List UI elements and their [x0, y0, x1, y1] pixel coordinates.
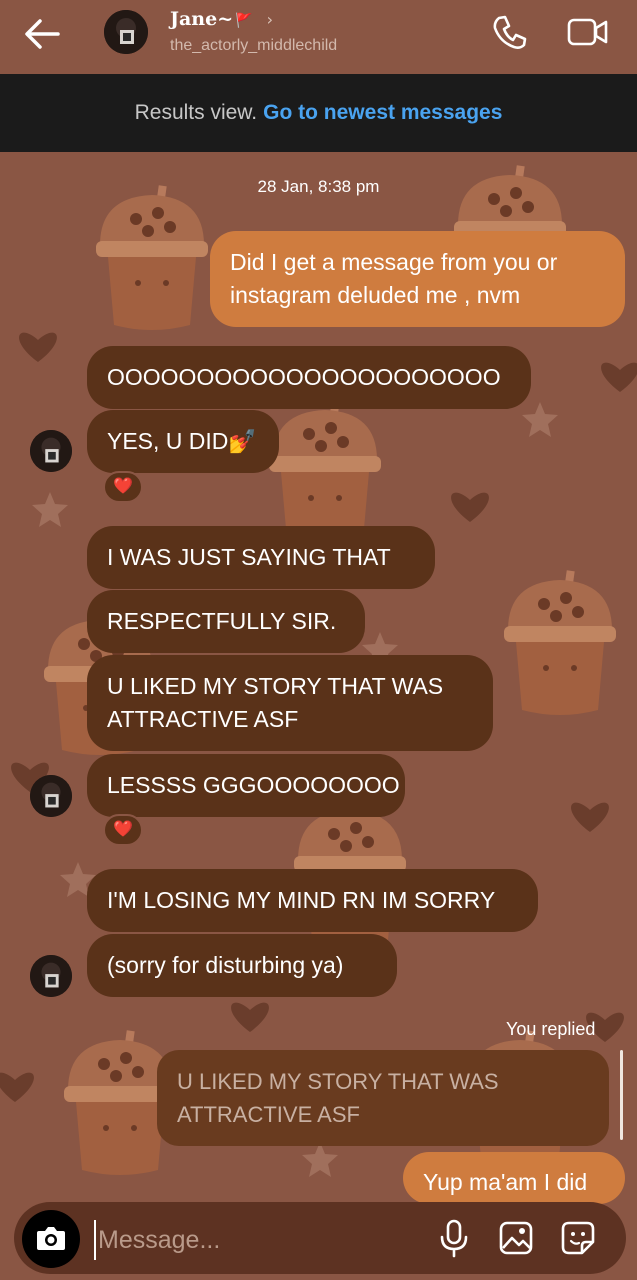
you-replied-label: You replied: [506, 1019, 596, 1039]
chat-header: Jane~ 🚩 › the_actorly_middlechild: [0, 0, 637, 74]
reply-indicator-bar: [620, 1050, 623, 1140]
gallery-button[interactable]: [498, 1220, 534, 1256]
incoming-message[interactable]: (sorry for disturbing ya): [87, 934, 397, 997]
gallery-icon: [499, 1221, 533, 1255]
go-to-newest-link[interactable]: Go to newest messages: [263, 101, 502, 124]
quoted-message[interactable]: U LIKED MY STORY THAT WAS ATTRACTIVE ASF: [157, 1050, 609, 1146]
camera-icon: [37, 1227, 65, 1250]
video-camera-icon: [567, 18, 608, 46]
voice-message-button[interactable]: [438, 1218, 470, 1258]
incoming-message[interactable]: I WAS JUST SAYING THAT: [87, 526, 435, 589]
sender-avatar[interactable]: [30, 955, 72, 997]
incoming-message[interactable]: U LIKED MY STORY THAT WAS ATTRACTIVE ASF: [87, 655, 493, 751]
sender-avatar[interactable]: [30, 430, 72, 472]
sticker-icon: [561, 1221, 595, 1255]
video-call-button[interactable]: [566, 14, 610, 50]
message-timestamp: 28 Jan, 8:38 pm: [257, 177, 380, 196]
results-view-banner: Results view. Go to newest messages: [0, 74, 637, 152]
results-view-label: Results view.: [134, 101, 258, 124]
camera-button[interactable]: [22, 1210, 80, 1268]
message-input[interactable]: [94, 1220, 400, 1260]
incoming-message[interactable]: I'M LOSING MY MIND RN IM SORRY: [87, 869, 538, 932]
phone-icon: [493, 15, 527, 49]
avatar-image: [104, 10, 148, 54]
sender-avatar[interactable]: [30, 775, 72, 817]
audio-call-button[interactable]: [490, 12, 530, 52]
incoming-message[interactable]: OOOOOOOOOOOOOOOOOOOOOO: [87, 346, 531, 409]
back-button[interactable]: [20, 14, 66, 54]
back-arrow-icon: [25, 19, 60, 49]
sticker-button[interactable]: [560, 1220, 596, 1256]
contact-name[interactable]: Jane~ 🚩 ›: [170, 8, 273, 30]
avatar-image: [30, 775, 72, 817]
avatar-image: [30, 955, 72, 997]
flag-emoji: 🚩: [235, 13, 253, 29]
outgoing-message[interactable]: Did I get a message from you or instagra…: [210, 231, 625, 327]
heart-reaction[interactable]: ❤️: [103, 471, 143, 503]
chevron-right-icon: ›: [266, 10, 273, 29]
incoming-message[interactable]: YES, U DID💅: [87, 410, 279, 473]
contact-username: the_actorly_middlechild: [170, 37, 338, 54]
message-composer: [14, 1202, 626, 1274]
heart-reaction[interactable]: ❤️: [103, 814, 143, 846]
microphone-icon: [440, 1219, 468, 1258]
incoming-message[interactable]: RESPECTFULLY SIR.: [87, 590, 365, 653]
incoming-message[interactable]: LESSSS GGGOOOOOOOO: [87, 754, 405, 817]
avatar-image: [30, 430, 72, 472]
outgoing-message[interactable]: Yup ma'am I did: [403, 1152, 625, 1204]
contact-avatar[interactable]: [104, 10, 148, 54]
